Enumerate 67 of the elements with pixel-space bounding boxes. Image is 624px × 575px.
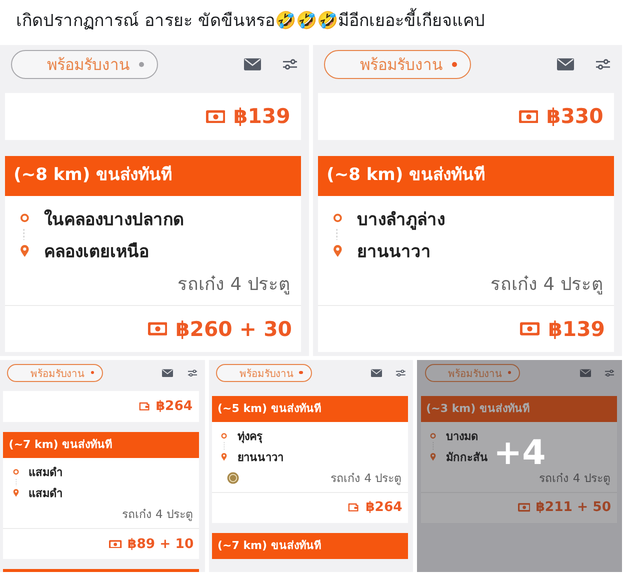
origin-pin-icon (12, 468, 19, 476)
origin-pin-icon (221, 432, 228, 440)
banknote-icon (109, 540, 122, 548)
status-toggle[interactable]: พร้อมรับงาน (7, 364, 103, 382)
status-toggle[interactable]: พร้อมรับงาน (11, 50, 158, 79)
map-marker-icon (221, 452, 228, 461)
status-toggle[interactable]: พร้อมรับงาน (216, 364, 312, 382)
status-toggle[interactable]: พร้อมรับงาน (324, 50, 471, 79)
price-text: ฿264 (156, 398, 193, 414)
sliders-icon (596, 58, 610, 71)
post-text: เกิดปรากฏการณ์ อารยะ ขัดขืนหรอ🤣🤣🤣มีอีกเยอะขี้เกียจแคป (0, 0, 624, 45)
sliders-icon (604, 368, 614, 377)
dropoff-location: แสมดำ (28, 486, 63, 502)
sliders-icon (282, 58, 298, 71)
map-marker-icon (12, 489, 19, 497)
price-text: ฿89 + 10 (128, 536, 194, 552)
job-header: (~8 km) ขนส่งทันที (318, 156, 614, 196)
map-marker-icon (20, 244, 29, 257)
banknote-icon (206, 110, 226, 124)
price-text: ฿260 + 30 (176, 316, 292, 341)
pickup-location: ทุ่งครุ (237, 428, 262, 445)
banknote-icon (520, 322, 540, 336)
mail-icon (556, 58, 574, 71)
price-text: ฿139 (234, 104, 290, 128)
banknote-icon (148, 322, 168, 336)
map-marker-icon (430, 452, 436, 461)
route-line (335, 228, 340, 240)
dropoff-location: คลองเตยเหนือ (44, 241, 150, 264)
route-line (14, 478, 17, 486)
route-line (22, 228, 26, 240)
dropoff-location: ยานนาวา (237, 450, 284, 466)
job-header: (~5 km) ขนส่งทันที (212, 396, 408, 422)
mail-icon (162, 368, 174, 377)
wallet-icon (138, 402, 150, 411)
origin-pin-icon (20, 212, 29, 224)
pickup-location: แสมดำ (28, 465, 63, 482)
job-header: (~8 km) ขนส่งทันที (5, 156, 300, 196)
job-header: (~7 km) ขนส่งทันที (3, 432, 200, 458)
banknote-icon (518, 503, 530, 512)
price-text: ฿330 (546, 104, 604, 128)
pickup-location: บางลำภูล่าง (357, 208, 446, 232)
vehicle-type: รถเก๋ง 4 ประตู (490, 273, 604, 298)
price-text: ฿139 (548, 316, 605, 341)
banknote-icon (518, 110, 538, 124)
price-text: ฿264 (366, 500, 402, 516)
price-text: ฿211 + 50 (536, 500, 612, 516)
mail-icon (244, 58, 261, 71)
badge-icon (226, 472, 239, 484)
job-header: (~3 km) ขนส่งทันที (420, 396, 617, 422)
sliders-icon (396, 368, 406, 377)
job-header: (~7 km) ขนส่งทันที (212, 533, 408, 559)
pickup-location: ในคลองบางปลากด (44, 208, 184, 232)
vehicle-type: รถเก๋ง 4 ประตู (122, 506, 193, 524)
pickup-location: บางมด (446, 428, 478, 445)
origin-pin-icon (430, 432, 436, 440)
dropoff-location: มักกะสัน (446, 450, 488, 466)
dropoff-location: ยานนาวา (357, 241, 432, 264)
map-marker-icon (332, 244, 342, 257)
wallet-icon (347, 503, 360, 512)
vehicle-type: รถเก๋ง 4 ประตู (178, 273, 290, 298)
sliders-icon (188, 368, 197, 377)
status-toggle[interactable]: พร้อมรับงาน (424, 364, 520, 382)
origin-pin-icon (332, 212, 342, 224)
route-line (223, 442, 226, 450)
vehicle-type: รถเก๋ง 4 ประตู (330, 470, 402, 488)
mail-icon (580, 368, 591, 377)
mail-icon (371, 368, 382, 377)
